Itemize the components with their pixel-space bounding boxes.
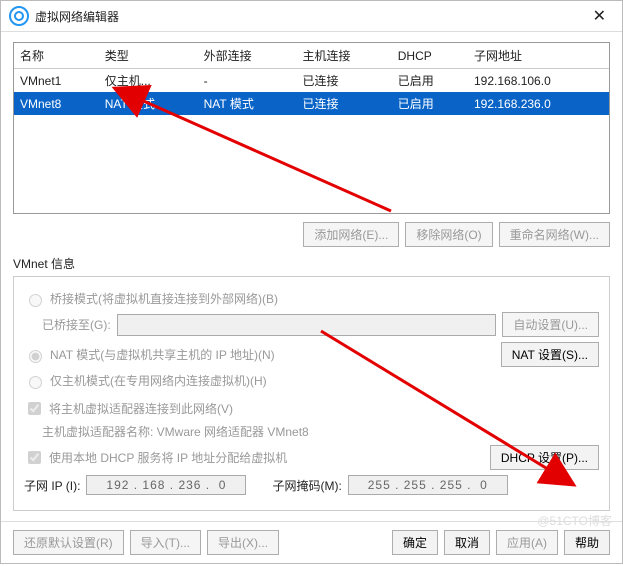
table-row[interactable]: VMnet1仅主机...-已连接已启用192.168.106.0: [14, 69, 609, 93]
nat-settings-button[interactable]: NAT 设置(S)...: [501, 342, 599, 367]
column-header[interactable]: 名称: [14, 43, 99, 69]
close-icon[interactable]: ✕: [585, 6, 614, 26]
add-network-button[interactable]: 添加网络(E)...: [303, 222, 399, 247]
subnet-ip-input: [86, 475, 246, 495]
subnet-mask-input: [348, 475, 508, 495]
import-button[interactable]: 导入(T)...: [130, 530, 201, 555]
restore-defaults-button[interactable]: 还原默认设置(R): [13, 530, 124, 555]
bridge-to-label: 已桥接至(G):: [42, 316, 111, 333]
bridge-radio: [29, 294, 42, 307]
ok-button[interactable]: 确定: [392, 530, 438, 555]
remove-network-button[interactable]: 移除网络(O): [405, 222, 492, 247]
watermark: @51CTO博客: [537, 512, 612, 529]
column-header[interactable]: 外部连接: [198, 43, 297, 69]
bridge-to-combo: [117, 314, 497, 336]
apply-button[interactable]: 应用(A): [496, 530, 558, 555]
subnet-ip-label: 子网 IP (I):: [24, 477, 80, 494]
adapter-name-label: 主机虚拟适配器名称: VMware 网络适配器 VMnet8: [42, 423, 599, 440]
column-header[interactable]: 类型: [99, 43, 198, 69]
column-header[interactable]: 子网地址: [468, 43, 609, 69]
column-header[interactable]: 主机连接: [296, 43, 391, 69]
use-dhcp-checkbox: [28, 451, 41, 464]
rename-network-button[interactable]: 重命名网络(W)...: [499, 222, 610, 247]
vmnet-info-label: VMnet 信息: [13, 255, 610, 272]
column-header[interactable]: DHCP: [392, 43, 468, 69]
help-button[interactable]: 帮助: [564, 530, 610, 555]
window-title: 虚拟网络编辑器: [35, 8, 585, 25]
nat-radio: [29, 350, 42, 363]
auto-settings-button[interactable]: 自动设置(U)...: [502, 312, 599, 337]
cancel-button[interactable]: 取消: [444, 530, 490, 555]
subnet-mask-label: 子网掩码(M):: [272, 477, 341, 494]
connect-host-checkbox: [28, 402, 41, 415]
table-row[interactable]: VMnet8NAT 模式NAT 模式已连接已启用192.168.236.0: [14, 92, 609, 115]
network-table[interactable]: 名称类型外部连接主机连接DHCP子网地址 VMnet1仅主机...-已连接已启用…: [13, 42, 610, 214]
hostonly-radio: [29, 376, 42, 389]
dhcp-settings-button[interactable]: DHCP 设置(P)...: [490, 445, 599, 470]
app-icon: [9, 6, 29, 26]
export-button[interactable]: 导出(X)...: [207, 530, 279, 555]
